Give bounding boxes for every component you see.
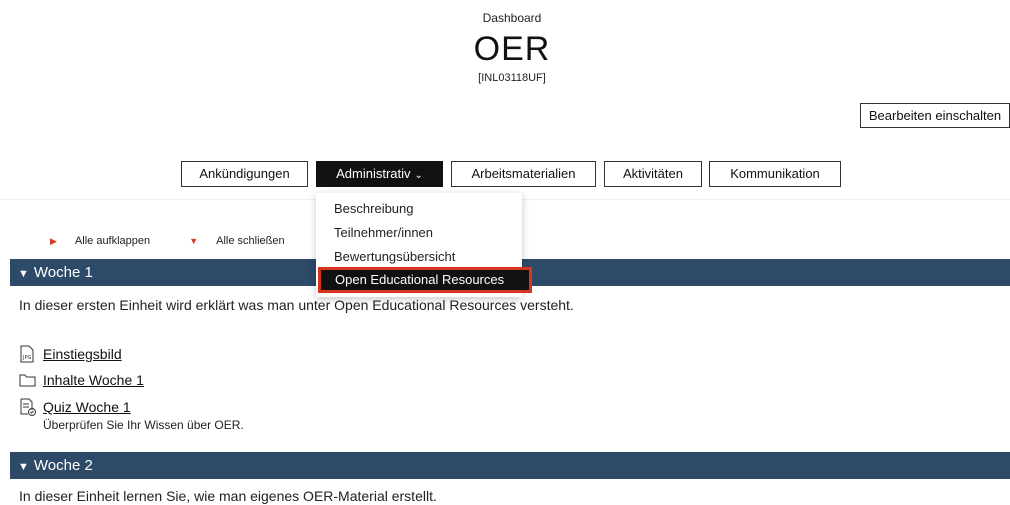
tab-aktivitaeten[interactable]: Aktivitäten (604, 161, 702, 187)
section-description: In dieser Einheit lernen Sie, wie man ei… (19, 488, 437, 504)
breadcrumb[interactable]: Dashboard (0, 11, 1010, 25)
activity-quiz-woche-1[interactable]: Quiz Woche 1 (19, 398, 131, 419)
page-title: OER (473, 30, 551, 68)
activity-einstiegsbild[interactable]: JPG Einstiegsbild (19, 345, 122, 366)
menu-item-open-educational-resources[interactable]: Open Educational Resources (318, 267, 532, 293)
tab-label: Ankündigungen (199, 166, 290, 181)
quiz-icon (19, 398, 37, 419)
expand-all-link[interactable]: ▶ Alle aufklappen (50, 235, 168, 247)
course-nav: Ankündigungen Administrativ ⌄ Arbeitsmate… (0, 161, 1010, 187)
activity-subtitle: Überprüfen Sie Ihr Wissen über OER. (43, 418, 244, 432)
collapse-controls: ▶ Alle aufklappen ▼ Alle schließen (50, 235, 321, 247)
collapse-all-link[interactable]: ▼ Alle schließen (189, 235, 302, 247)
activity-inhalte-woche-1[interactable]: Inhalte Woche 1 (19, 372, 144, 390)
triangle-right-icon: ▶ (50, 236, 57, 246)
tab-arbeitsmaterialien[interactable]: Arbeitsmaterialien (451, 161, 596, 187)
activity-link[interactable]: Quiz Woche 1 (43, 399, 131, 415)
tab-label: Aktivitäten (623, 166, 683, 181)
menu-item-beschreibung[interactable]: Beschreibung (334, 201, 414, 216)
triangle-down-icon: ▼ (18, 268, 29, 280)
menu-item-teilnehmer[interactable]: Teilnehmer/innen (334, 225, 433, 240)
administrativ-dropdown-menu: Beschreibung Teilnehmer/innen Bewertungs… (316, 193, 532, 297)
svg-text:JPG: JPG (22, 355, 31, 361)
tab-label: Kommunikation (730, 166, 820, 181)
activity-link[interactable]: Einstiegsbild (43, 346, 122, 362)
jpg-file-icon: JPG (19, 345, 37, 366)
tab-kommunikation[interactable]: Kommunikation (709, 161, 841, 187)
tab-ankuendigungen[interactable]: Ankündigungen (181, 161, 308, 187)
course-code: [INL03118UF] (478, 72, 546, 84)
triangle-down-icon: ▼ (189, 236, 199, 246)
chevron-down-icon: ⌄ (414, 170, 423, 181)
folder-icon (19, 373, 37, 390)
edit-mode-button[interactable]: Bearbeiten einschalten (860, 103, 1010, 128)
tab-administrativ[interactable]: Administrativ ⌄ (316, 161, 443, 187)
tab-label: Administrativ (336, 166, 411, 181)
section-title: Woche 1 (33, 264, 93, 281)
menu-item-bewertungsuebersicht[interactable]: Bewertungsübersicht (334, 249, 455, 264)
activity-link[interactable]: Inhalte Woche 1 (43, 372, 144, 388)
section-description: In dieser ersten Einheit wird erklärt wa… (19, 297, 574, 313)
triangle-down-icon: ▼ (18, 461, 29, 473)
section-header-woche-2[interactable]: ▼ Woche 2 (10, 452, 1010, 479)
tab-label: Arbeitsmaterialien (471, 166, 576, 181)
section-title: Woche 2 (33, 457, 93, 474)
